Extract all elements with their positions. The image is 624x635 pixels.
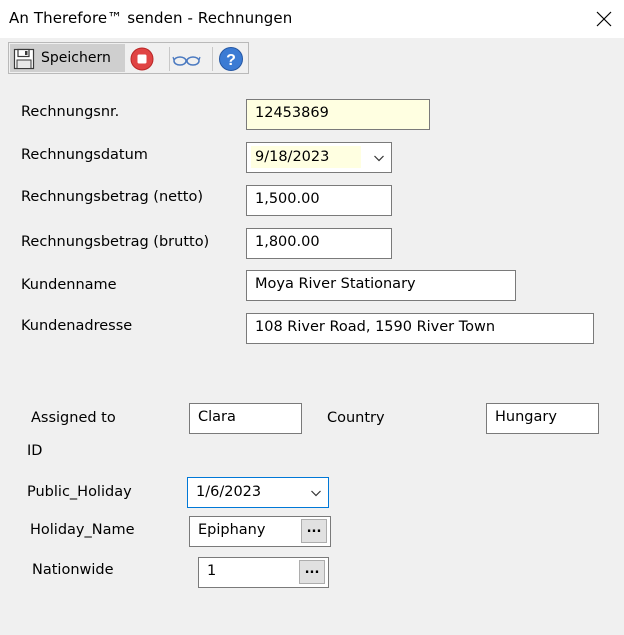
svg-text:?: ? <box>226 52 236 69</box>
id-label: ID <box>27 443 43 459</box>
nationwide-field[interactable]: 1 ... <box>198 557 329 588</box>
assigned-to-label: Assigned to <box>31 410 116 426</box>
nationwide-browse-button[interactable]: ... <box>299 560 325 584</box>
holiday-name-label: Holiday_Name <box>30 522 135 538</box>
holiday-name-value: Epiphany <box>198 522 266 538</box>
customer-address-value: 108 River Road, 1590 River Town <box>255 319 496 335</box>
save-icon <box>13 48 35 70</box>
invoice-number-field[interactable]: 12453869 <box>246 99 430 130</box>
close-icon <box>596 11 612 27</box>
amount-gross-value: 1,800.00 <box>255 234 320 250</box>
customer-address-label: Kundenadresse <box>21 318 133 334</box>
public-holiday-label: Public_Holiday <box>27 484 132 500</box>
toolbar-separator <box>212 47 213 71</box>
save-button-label: Speichern <box>41 50 111 66</box>
nationwide-label: Nationwide <box>32 562 114 578</box>
stop-button[interactable] <box>129 46 155 72</box>
customer-name-value: Moya River Stationary <box>255 276 416 292</box>
invoice-number-label: Rechnungsnr. <box>21 104 120 120</box>
public-holiday-value: 1/6/2023 <box>196 484 262 500</box>
chevron-down-icon <box>374 155 384 162</box>
invoice-number-value: 12453869 <box>255 105 329 121</box>
invoice-date-label: Rechnungsdatum <box>21 147 148 163</box>
amount-gross-field[interactable]: 1,800.00 <box>246 228 392 259</box>
amount-net-value: 1,500.00 <box>255 191 320 207</box>
close-button[interactable] <box>588 4 618 32</box>
country-value: Hungary <box>495 409 557 425</box>
holiday-name-field[interactable]: Epiphany ... <box>189 516 331 547</box>
holiday-name-browse-button[interactable]: ... <box>301 519 327 543</box>
country-field[interactable]: Hungary <box>486 403 599 434</box>
invoice-date-picker[interactable]: 9/18/2023 <box>246 142 392 173</box>
save-button[interactable]: Speichern <box>10 44 125 72</box>
invoice-date-value: 9/18/2023 <box>255 149 330 165</box>
help-icon: ? <box>219 47 243 71</box>
nationwide-value: 1 <box>207 563 217 579</box>
public-holiday-picker[interactable]: 1/6/2023 <box>187 477 329 508</box>
customer-address-field[interactable]: 108 River Road, 1590 River Town <box>246 313 594 344</box>
stop-icon <box>130 47 154 71</box>
window-title: An Therefore™ senden - Rechnungen <box>9 9 293 27</box>
chevron-down-icon <box>311 490 321 497</box>
toolbar: Speichern ? <box>8 42 249 74</box>
country-label: Country <box>327 410 385 426</box>
amount-gross-label: Rechnungsbetrag (brutto) <box>21 234 210 250</box>
glasses-icon <box>172 56 201 66</box>
toolbar-separator <box>169 47 170 71</box>
assigned-to-value: Clara <box>198 409 236 425</box>
customer-name-field[interactable]: Moya River Stationary <box>246 270 516 301</box>
help-button[interactable]: ? <box>218 46 244 72</box>
amount-net-label: Rechnungsbetrag (netto) <box>21 189 203 205</box>
title-bar: An Therefore™ senden - Rechnungen <box>0 0 624 38</box>
view-button[interactable] <box>172 46 201 72</box>
customer-name-label: Kundenname <box>21 277 117 293</box>
amount-net-field[interactable]: 1,500.00 <box>246 185 392 216</box>
assigned-to-field[interactable]: Clara <box>189 403 302 434</box>
